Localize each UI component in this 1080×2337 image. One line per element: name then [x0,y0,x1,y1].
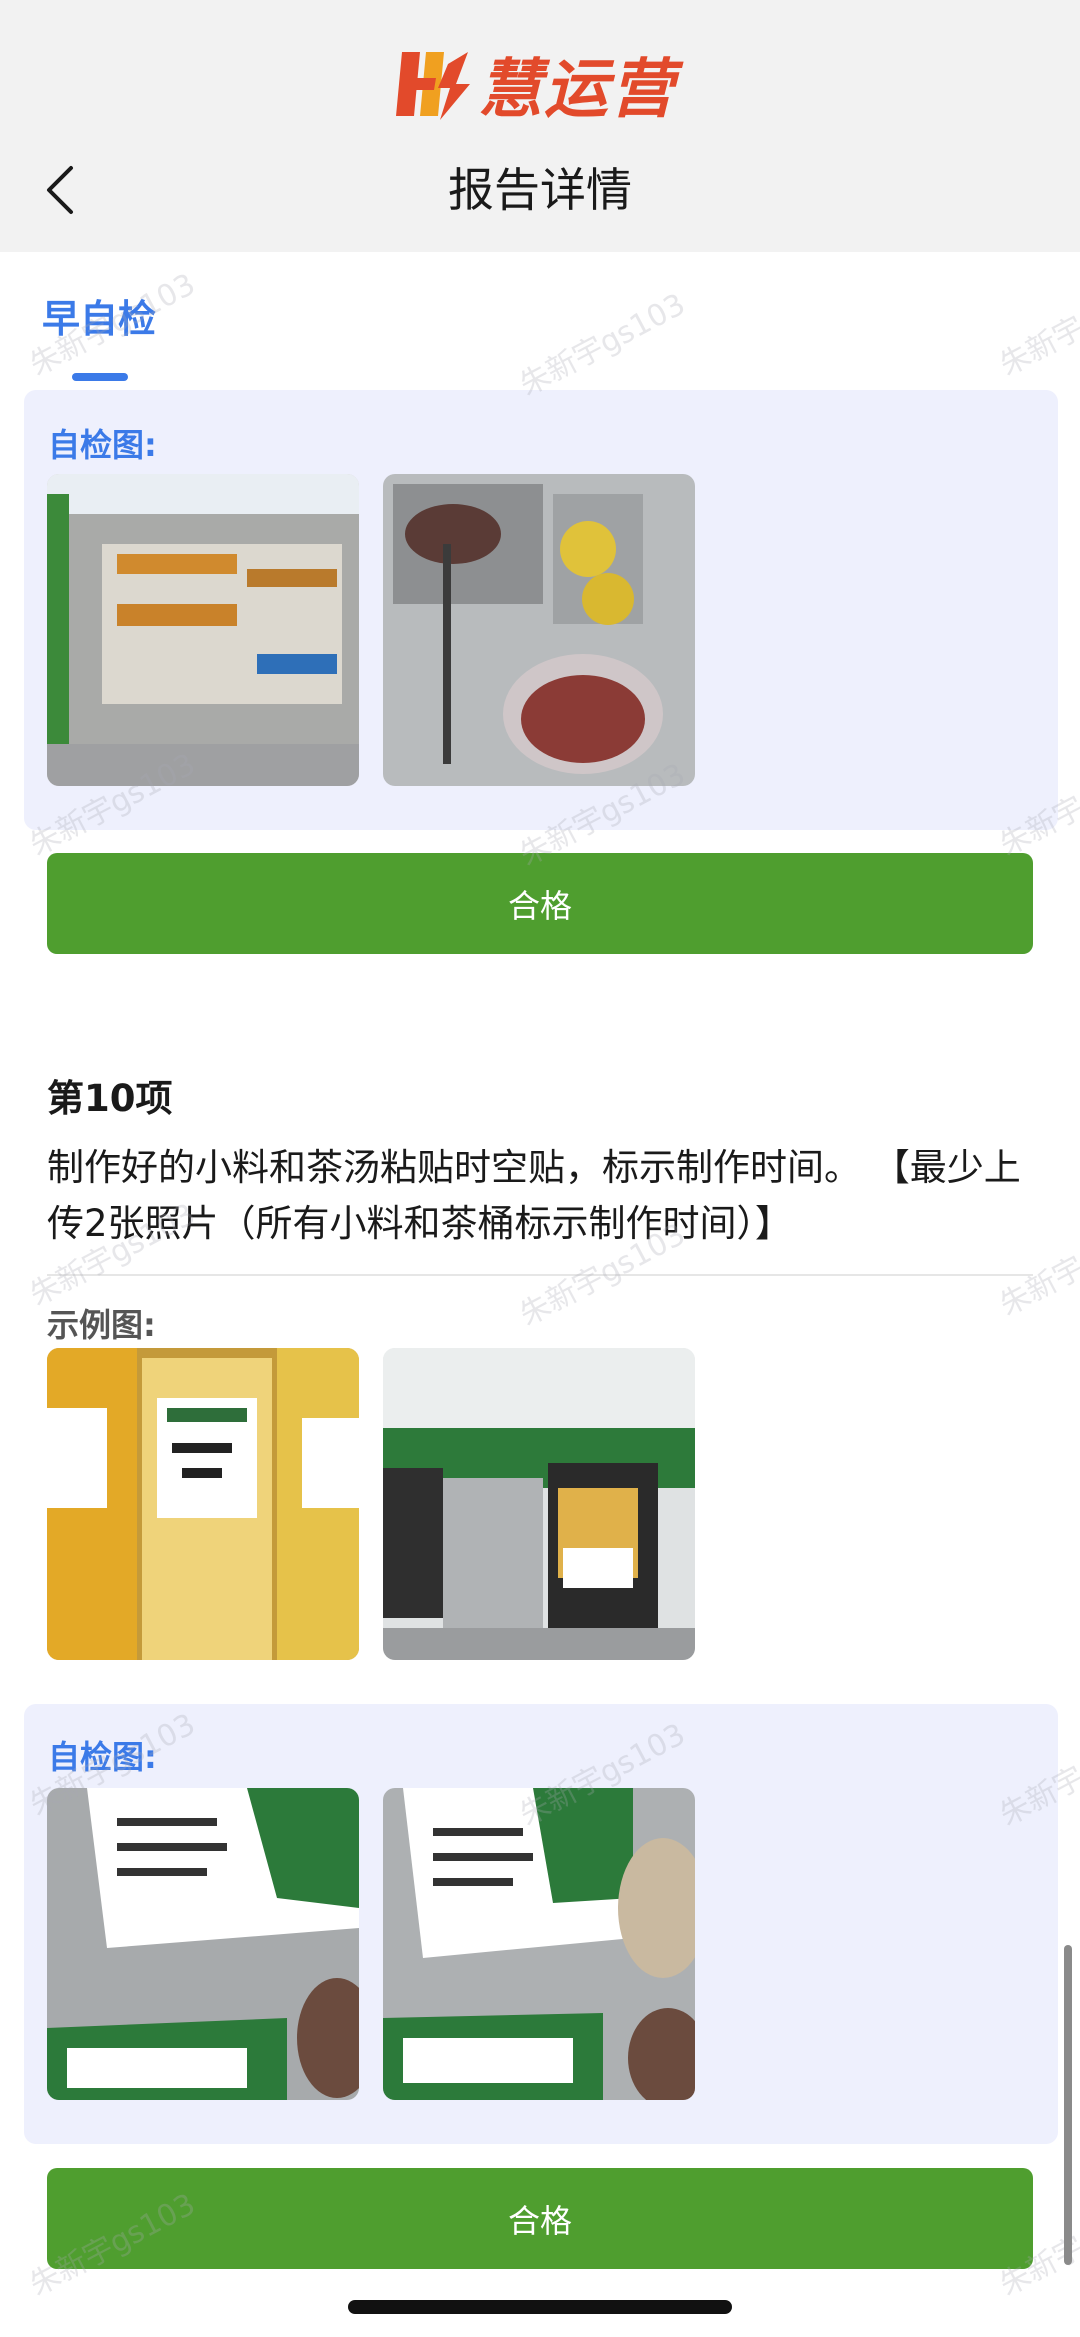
self-check-photo[interactable] [47,1788,359,2100]
scrollbar[interactable] [1064,1945,1072,2265]
example-label: 示例图: [47,1306,156,1344]
item-description: 制作好的小料和茶汤粘贴时空贴，标示制作时间。 【最少上传2张照片（所有小料和茶桶… [47,1146,1021,1245]
logo-mark-icon [396,52,470,120]
item-number: 第10项 [47,1077,173,1120]
app-header: 慧运营 报告详情 [0,0,1080,252]
pass-button[interactable]: 合格 [47,2168,1033,2269]
self-check-photo[interactable] [47,474,359,786]
self-check-label: 自检图: [48,1738,157,1776]
logo-text: 慧运营 [478,53,676,127]
label-sheet-photo-1 [47,1788,359,2100]
watermark: 朱新宇gs103 [514,286,692,404]
self-check-panel: 自检图: [24,390,1058,830]
watermark: 朱新宇gs103 [994,266,1080,384]
self-check-photo[interactable] [383,474,695,786]
juice-jugs-photo [47,1348,359,1660]
self-check-label: 自检图: [48,426,157,464]
self-check-panel: 自检图: [24,1704,1058,2144]
home-indicator[interactable] [348,2300,732,2314]
app-logo: 慧运营 [392,44,676,127]
example-photo[interactable] [383,1348,695,1660]
tab-morning-check[interactable]: 早自检 [42,288,156,343]
tea-urns-photo [383,1348,695,1660]
display-case-photo [47,474,359,786]
toppings-photo [383,474,695,786]
page-title: 报告详情 [448,163,632,217]
divider [47,1274,1033,1276]
tab-indicator [72,373,128,381]
pass-button[interactable]: 合格 [47,853,1033,954]
self-check-photo[interactable] [383,1788,695,2100]
label-sheet-photo-2 [383,1788,695,2100]
example-photo[interactable] [47,1348,359,1660]
